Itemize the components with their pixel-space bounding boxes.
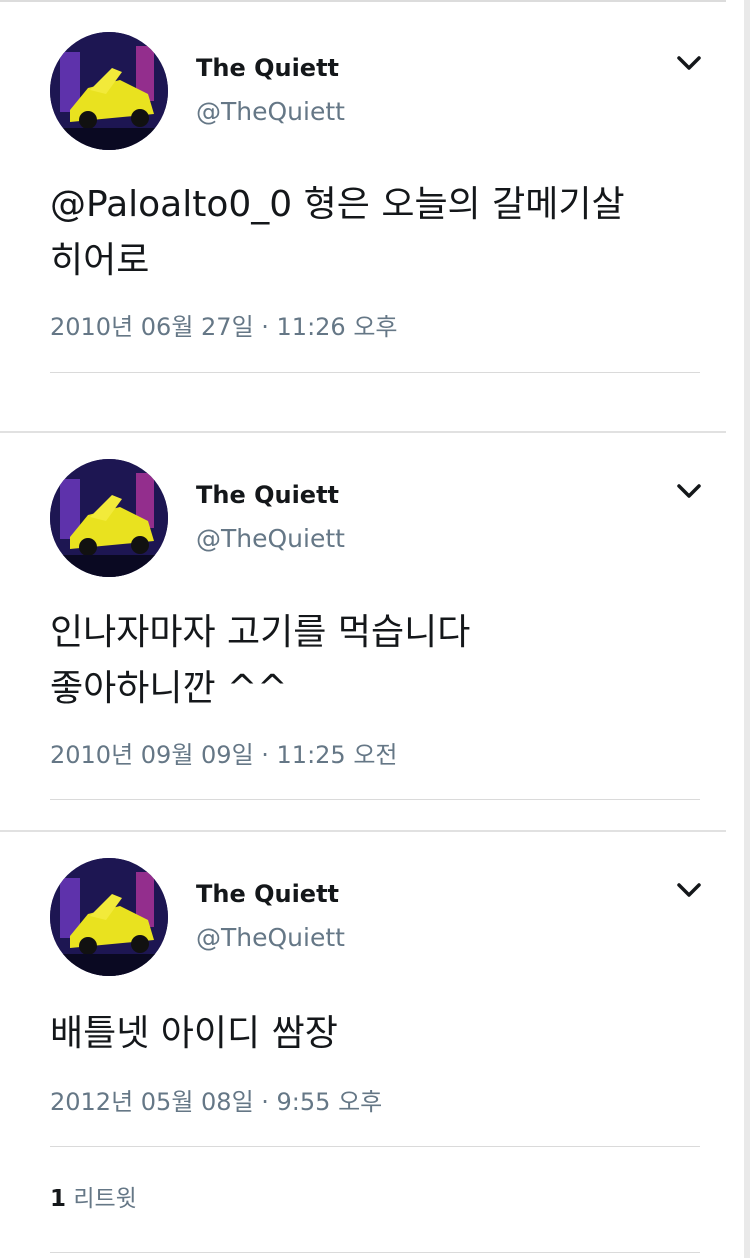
profile-avatar[interactable]: [50, 459, 168, 577]
chevron-down-icon[interactable]: [676, 482, 702, 502]
tweet-timestamp[interactable]: 2010년 06월 27일 · 11:26 오후: [50, 307, 398, 342]
retweet-count[interactable]: 1 리트윗: [50, 1179, 137, 1213]
tweet-text-line: 배틀넷 아이디 쌈장: [50, 1013, 338, 1054]
author-name[interactable]: The Quiett: [196, 481, 339, 509]
profile-avatar[interactable]: [50, 32, 168, 150]
tweet-text-line: 히어로: [50, 240, 150, 281]
tweet-timestamp[interactable]: 2012년 05월 08일 · 9:55 오후: [50, 1082, 382, 1117]
chevron-down-icon[interactable]: [676, 881, 702, 901]
tweet-1[interactable]: The Quiett @TheQuiett @Paloalto0_0 형은 오늘…: [0, 0, 726, 432]
right-edge: [744, 0, 750, 1258]
tweet-text: @Paloalto0_0 형은 오늘의 갈메기살 히어로: [50, 177, 710, 289]
chevron-down-icon[interactable]: [676, 54, 702, 74]
tweet-text-line: 인나자마자 고기를 먹습니다: [50, 612, 471, 653]
tweet-divider: [50, 799, 700, 800]
tweet-2[interactable]: The Quiett @TheQuiett 인나자마자 고기를 먹습니다 좋아하…: [0, 433, 726, 831]
retweet-count-number: 1: [50, 1186, 67, 1212]
tweet-text: 인나자마자 고기를 먹습니다 좋아하니깐 ^^: [50, 605, 710, 717]
tweet-text-line: 좋아하니깐 ^^: [50, 668, 288, 709]
tweet-text-line: @Paloalto0_0 형은 오늘의 갈메기살: [50, 184, 625, 225]
retweet-count-label: 리트윗: [73, 1186, 137, 1212]
tweet-divider: [50, 1146, 700, 1147]
author-name[interactable]: The Quiett: [196, 880, 339, 908]
author-handle[interactable]: @TheQuiett: [196, 524, 345, 553]
author-name[interactable]: The Quiett: [196, 54, 339, 82]
author-handle[interactable]: @TheQuiett: [196, 923, 345, 952]
profile-avatar[interactable]: [50, 858, 168, 976]
author-handle[interactable]: @TheQuiett: [196, 97, 345, 126]
tweet-divider: [50, 372, 700, 373]
tweet-text: 배틀넷 아이디 쌈장: [50, 1006, 710, 1062]
tweet-divider: [50, 1252, 700, 1253]
tweet-timestamp[interactable]: 2010년 09월 09일 · 11:25 오전: [50, 735, 398, 770]
tweet-3[interactable]: The Quiett @TheQuiett 배틀넷 아이디 쌈장 2012년 0…: [0, 832, 726, 1258]
